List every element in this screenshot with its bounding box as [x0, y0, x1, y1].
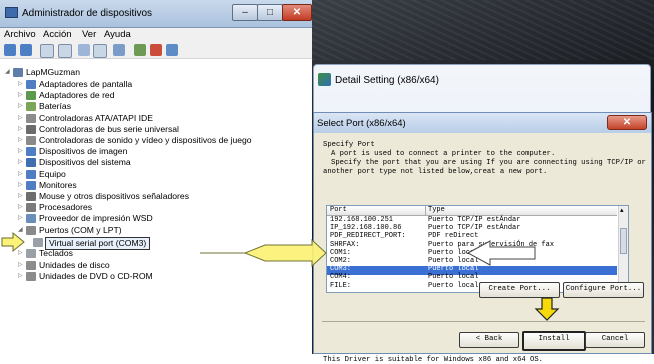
arrow-install-icon — [534, 297, 560, 321]
arrow-to-ports-icon — [1, 231, 25, 253]
arrow-to-com3-icon — [200, 238, 327, 268]
footer-note: This Driver is suitable for Windows x86 … — [323, 356, 543, 364]
annotation-layer — [1, 231, 560, 321]
arrow-selected-port-icon — [466, 240, 536, 266]
